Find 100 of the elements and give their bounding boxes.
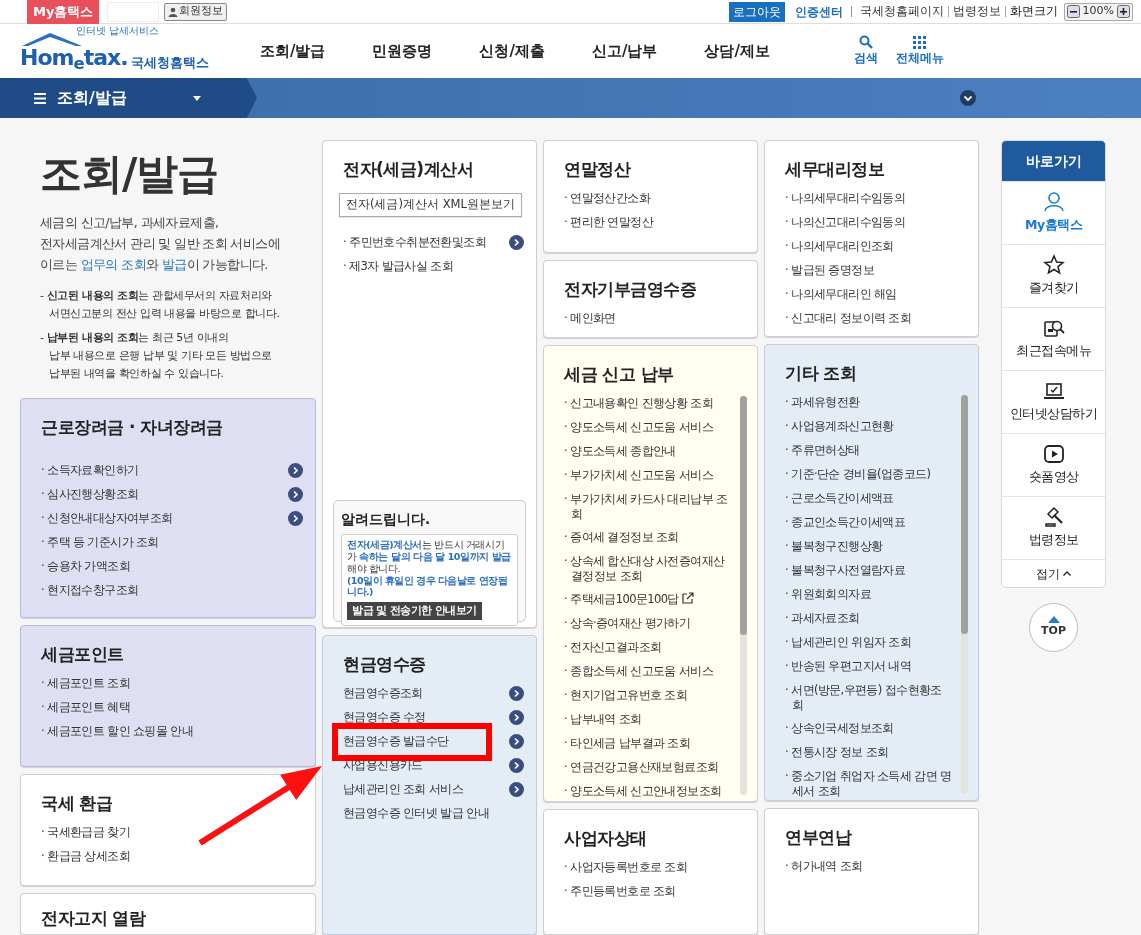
menu-link[interactable]: · 불복청구사전열람자료 bbox=[785, 563, 906, 578]
menu-link[interactable]: 납세관리인 조회 서비스 bbox=[343, 782, 464, 797]
quick-link[interactable]: 숏폼영상 bbox=[1002, 433, 1105, 496]
menu-link[interactable]: 현금영수증 발급수단 bbox=[343, 734, 449, 749]
menu-link[interactable]: 현금영수증 인터넷 발급 안내 bbox=[343, 806, 489, 821]
scrollbar-thumb[interactable] bbox=[961, 395, 968, 635]
menu-link[interactable]: · 상속·증여재산 평가하기 bbox=[564, 616, 691, 631]
menu-link[interactable]: · 국세환급금 찾기 bbox=[41, 825, 130, 840]
menu-link[interactable]: · 주민번호수취분전환및조회 bbox=[343, 235, 486, 250]
menu-link[interactable]: · 반송된 우편고지서 내역 bbox=[785, 659, 912, 674]
menu-link[interactable]: · 심사진행상황조회 bbox=[41, 487, 139, 502]
chevron-circle-icon[interactable] bbox=[288, 463, 303, 478]
scrollbar-thumb[interactable] bbox=[740, 396, 747, 636]
menu-link[interactable]: · 근로소득간이세액표 bbox=[785, 491, 894, 506]
member-info-button[interactable]: 회원정보 bbox=[164, 2, 228, 21]
menu-link[interactable]: · 중소기업 취업자 소득세 감면 명세서 조회 bbox=[785, 769, 952, 799]
menu-link[interactable]: · 종합소득세 신고도움 서비스 bbox=[564, 664, 714, 679]
menu-link[interactable]: · 발급된 증명정보 bbox=[785, 263, 874, 278]
menu-link[interactable]: 현금영수증조회 bbox=[343, 686, 423, 701]
zoom-out-icon[interactable] bbox=[1066, 5, 1080, 18]
menu-link[interactable]: · 불복청구진행상황 bbox=[785, 539, 883, 554]
menu-link[interactable]: · 주민등록번호로 조회 bbox=[564, 884, 676, 899]
menu-link[interactable]: · 제3자 발급사실 조회 bbox=[343, 259, 454, 274]
quick-link[interactable]: 인터넷상담하기 bbox=[1002, 370, 1105, 433]
menu-link[interactable]: · 주택 등 기준시가 조회 bbox=[41, 535, 159, 550]
quick-link[interactable]: My홈택스 bbox=[1002, 181, 1105, 244]
menu-link[interactable]: · 전자신고결과조회 bbox=[564, 640, 662, 655]
menu-link[interactable]: · 사업자등록번호로 조회 bbox=[564, 860, 688, 875]
menu-link[interactable]: · 연금건강고용산재보험료조회 bbox=[564, 760, 719, 775]
menu-link[interactable]: · 세금포인트 조회 bbox=[41, 676, 130, 691]
chevron-circle-icon[interactable] bbox=[509, 734, 524, 749]
menu-link[interactable]: · 타인세금 납부결과 조회 bbox=[564, 736, 691, 751]
menu-link[interactable]: · 부가가치세 카드사 대리납부 조회 bbox=[564, 492, 731, 522]
chevron-circle-icon[interactable] bbox=[288, 511, 303, 526]
menu-link[interactable]: · 증여세 결정정보 조회 bbox=[564, 530, 679, 545]
menu-link[interactable]: · 상속인국세정보조회 bbox=[785, 721, 894, 736]
menu-link[interactable]: · 납부내역 조회 bbox=[564, 712, 642, 727]
chevron-circle-icon[interactable] bbox=[509, 235, 524, 250]
menu-link[interactable]: 사업용신용카드 bbox=[343, 758, 423, 773]
menu-link[interactable]: · 서면(방문,우편등) 접수현황조회 bbox=[785, 683, 952, 713]
menu-link[interactable]: · 나의세무대리인 해임 bbox=[785, 287, 897, 302]
quick-link[interactable]: 최근접속메뉴 bbox=[1002, 307, 1105, 370]
menu-link[interactable]: · 신청안내대상자여부조회 bbox=[41, 511, 173, 526]
xml-view-button[interactable]: 전자(세금)계산서 XML원본보기 bbox=[339, 193, 522, 217]
chevron-down-icon[interactable] bbox=[960, 90, 976, 106]
collapse-button[interactable]: 접기 bbox=[1002, 559, 1105, 587]
menu-link[interactable]: · 상속세 합산대상 사전증여재산 결정정보 조회 bbox=[564, 554, 731, 584]
menu-link[interactable]: · 주류면허상태 bbox=[785, 443, 860, 458]
search-link[interactable]: 검색 bbox=[853, 35, 878, 67]
menu-link[interactable]: · 나의세무대리수임동의 bbox=[785, 191, 906, 206]
menu-link[interactable]: · 메인화면 bbox=[564, 311, 616, 326]
zoom-in-icon[interactable] bbox=[1117, 5, 1130, 18]
menu-link[interactable]: · 종교인소득간이세액표 bbox=[785, 515, 906, 530]
logout-button[interactable]: 로그아웃 bbox=[728, 1, 785, 22]
menu-link[interactable]: · 나의신고대리수임동의 bbox=[785, 215, 906, 230]
deadline-guide-button[interactable]: 발급 및 전송기한 안내보기 bbox=[347, 602, 482, 621]
nav-menu-item[interactable]: 신고/납부 bbox=[591, 39, 658, 63]
menu-link[interactable]: · 납세관리인 위임자 조회 bbox=[785, 635, 912, 650]
cert-center-link[interactable]: 인증센터 bbox=[794, 2, 843, 21]
nav-menu-item[interactable]: 조회/발급 bbox=[260, 39, 326, 63]
menu-link[interactable]: · 전통시장 정보 조회 bbox=[785, 745, 889, 760]
nav-menu-item[interactable]: 신청/제출 bbox=[479, 39, 545, 63]
menu-link[interactable]: 현금영수증 수정 bbox=[343, 710, 426, 725]
menu-link[interactable]: · 부가가치세 신고도움 서비스 bbox=[564, 468, 714, 483]
menu-link[interactable]: · 양도소득세 신고도움 서비스 bbox=[564, 420, 714, 435]
quick-link[interactable]: 즐겨찾기 bbox=[1002, 244, 1105, 307]
menu-link[interactable]: · 세금포인트 혜택 bbox=[41, 700, 130, 715]
chevron-circle-icon[interactable] bbox=[509, 758, 524, 773]
menu-link[interactable]: · 양도소득세 신고안내정보조회 bbox=[564, 784, 722, 799]
menu-link[interactable]: · 현지기업고유번호 조회 bbox=[564, 688, 688, 703]
chevron-circle-icon[interactable] bbox=[509, 710, 524, 725]
my-hometax-tab[interactable]: My홈택스 bbox=[27, 0, 100, 24]
menu-link[interactable]: · 허가내역 조회 bbox=[785, 859, 863, 874]
menu-link[interactable]: · 나의세무대리인조회 bbox=[785, 239, 894, 254]
top-button[interactable]: TOP bbox=[1029, 603, 1078, 652]
menu-link[interactable]: · 현지접수창구조회 bbox=[41, 583, 139, 598]
menu-link[interactable]: · 승용차 가액조회 bbox=[41, 559, 130, 574]
menu-link[interactable]: · 위원회회의자료 bbox=[785, 587, 871, 602]
menu-link[interactable]: · 편리한 연말정산 bbox=[564, 215, 653, 230]
menu-link[interactable]: · 사업용계좌신고현황 bbox=[785, 419, 894, 434]
chevron-circle-icon[interactable] bbox=[509, 782, 524, 797]
nav-menu-item[interactable]: 민원증명 bbox=[372, 39, 433, 63]
chevron-circle-icon[interactable] bbox=[288, 487, 303, 502]
menu-link[interactable]: · 주택세금100문100답 bbox=[564, 592, 694, 607]
menu-link[interactable]: · 신고내용확인 진행상황 조회 bbox=[564, 396, 714, 411]
menu-link[interactable]: · 세금포인트 할인 쇼핑몰 안내 bbox=[41, 724, 194, 739]
section-selector[interactable]: 조회/발급 bbox=[0, 78, 257, 118]
top-link[interactable]: 국세청홈페이지 bbox=[859, 2, 944, 21]
menu-link[interactable]: · 소득자료확인하기 bbox=[41, 463, 139, 478]
top-link[interactable]: 법령정보 bbox=[952, 2, 1001, 21]
menu-link[interactable]: · 과세자료조회 bbox=[785, 611, 860, 626]
menu-link[interactable]: · 환급금 상세조회 bbox=[41, 849, 130, 864]
menu-link[interactable]: · 연말정산간소화 bbox=[564, 191, 650, 206]
menu-link[interactable]: · 과세유형전환 bbox=[785, 395, 860, 410]
chevron-circle-icon[interactable] bbox=[509, 686, 524, 701]
all-menu-link[interactable]: 전체메뉴 bbox=[895, 35, 944, 67]
menu-link[interactable]: · 신고대리 정보이력 조회 bbox=[785, 311, 912, 326]
menu-link[interactable]: · 기준·단순 경비율(업종코드) bbox=[785, 467, 931, 482]
menu-link[interactable]: · 양도소득세 종합안내 bbox=[564, 444, 676, 459]
quick-link[interactable]: 법령정보 bbox=[1002, 496, 1105, 559]
